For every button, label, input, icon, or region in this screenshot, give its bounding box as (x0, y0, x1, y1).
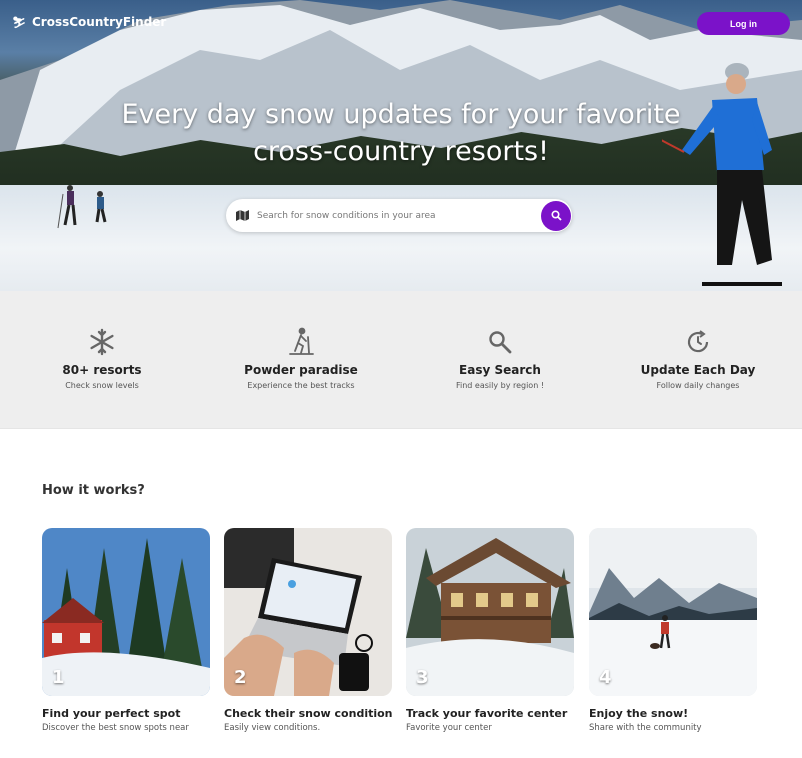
search-icon (489, 331, 512, 354)
feature-title: Update Each Day (640, 363, 756, 377)
feature-title: Easy Search (459, 363, 541, 377)
feature-title: Powder paradise (244, 363, 358, 377)
step-card[interactable]: 2 Check their snow condition Easily view… (224, 528, 393, 733)
skier-small-image (57, 185, 107, 229)
step-title: Check their snow condition (224, 707, 393, 720)
feature-resorts: 80+ resorts Check snow levels (2, 327, 202, 390)
step-number: 4 (599, 667, 612, 688)
hero-title-line1: Every day snow updates for your favorite (121, 99, 681, 130)
feature-subtitle: Follow daily changes (656, 381, 740, 390)
feature-subtitle: Check snow levels (65, 381, 139, 390)
feature-powder: Powder paradise Experience the best trac… (201, 327, 401, 390)
feature-search: Easy Search Find easily by region ! (400, 327, 600, 390)
step-number: 1 (52, 667, 65, 688)
step-card[interactable]: 1 Find your perfect spot Discover the be… (42, 528, 210, 733)
skier-large-image (662, 63, 782, 286)
step-title: Find your perfect spot (42, 707, 181, 720)
step-title: Enjoy the snow! (589, 707, 689, 720)
skier-logo-icon: ⛷ (12, 15, 26, 29)
search-bar (226, 199, 572, 232)
step-subtitle: Discover the best snow spots near (42, 723, 189, 733)
history-clock-icon (687, 330, 709, 353)
feature-subtitle: Find easily by region ! (455, 381, 545, 390)
hero-banner: ⛷ CrossCountryFinder Log in Every day sn… (0, 0, 802, 291)
step-card[interactable]: 3 Track your favorite center Favorite yo… (406, 528, 574, 733)
step-card[interactable]: 4 Enjoy the snow! Share with the communi… (589, 528, 757, 733)
features-section: 80+ resorts Check snow levels Powder par… (0, 291, 802, 429)
step-title: Track your favorite center (406, 707, 568, 720)
step-subtitle: Share with the community (589, 723, 702, 733)
how-it-works-title: How it works? (42, 483, 145, 498)
step-number: 3 (416, 667, 429, 688)
feature-title: 80+ resorts (62, 363, 142, 377)
hero-title: Every day snow updates for your favorite… (0, 96, 802, 170)
step-image-laptop: 2 (224, 528, 392, 696)
step-number: 2 (234, 667, 247, 688)
search-input[interactable] (255, 209, 541, 222)
search-icon (550, 210, 562, 221)
step-subtitle: Easily view conditions. (224, 723, 321, 733)
feature-update: Update Each Day Follow daily changes (598, 327, 798, 390)
skier-icon (289, 327, 314, 355)
hero-title-line2: cross-country resorts! (253, 136, 549, 167)
snowflake-icon (90, 328, 114, 356)
map-icon (236, 210, 249, 221)
feature-subtitle: Experience the best tracks (247, 381, 355, 390)
brand-name: CrossCountryFinder (31, 15, 167, 29)
search-button[interactable] (541, 200, 571, 231)
brand-logo[interactable]: ⛷ CrossCountryFinder (12, 15, 166, 29)
step-subtitle: Favorite your center (406, 723, 492, 733)
step-image-cabin: 1 (42, 528, 210, 696)
step-image-snow-walk: 4 (589, 528, 757, 696)
step-image-chalet: 3 (406, 528, 574, 696)
login-button[interactable]: Log in (697, 12, 790, 35)
